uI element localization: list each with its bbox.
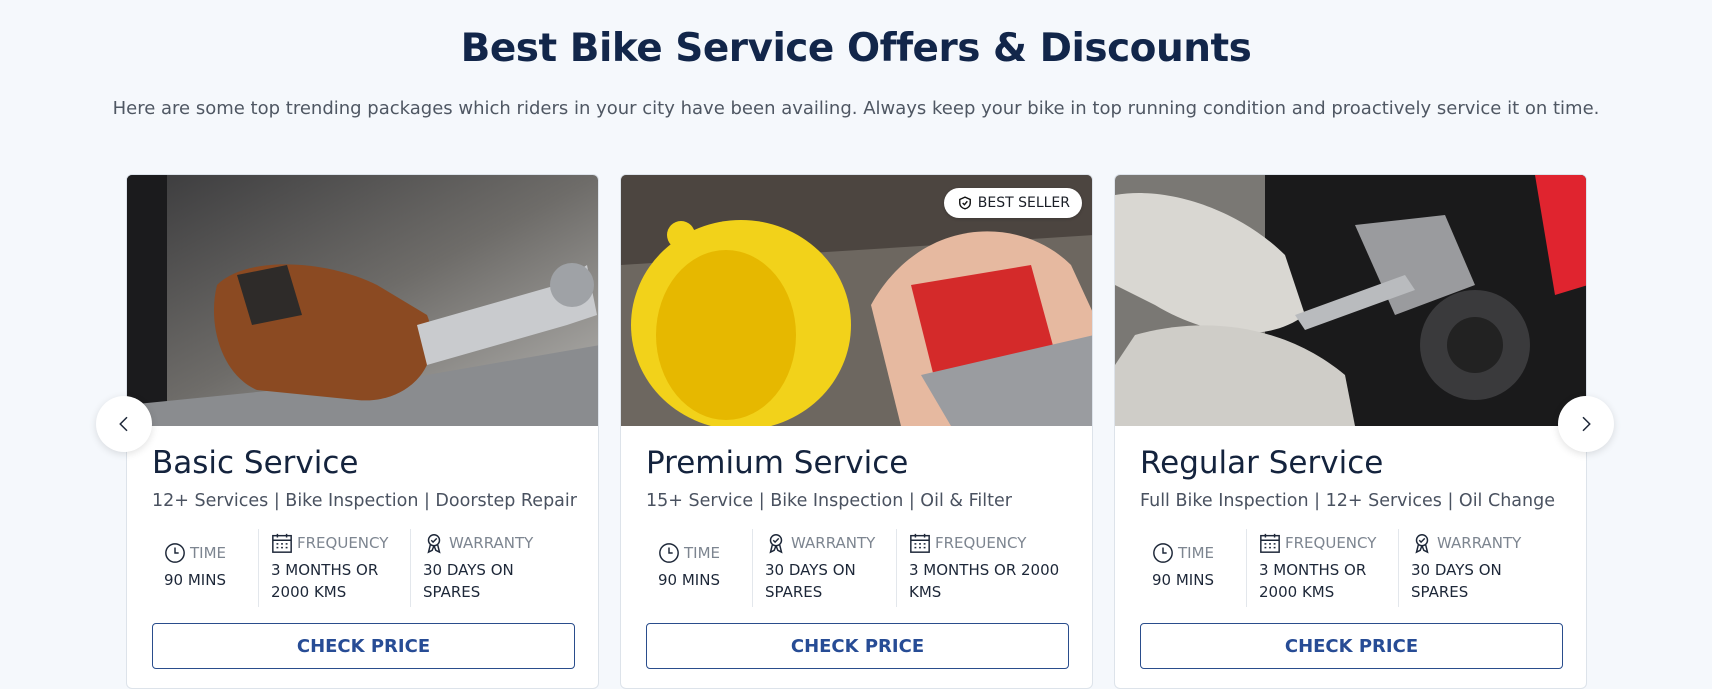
stat-value: 3 MONTHS OR 2000 KMS: [909, 561, 1060, 601]
calendar-icon: [272, 533, 292, 553]
check-price-button[interactable]: CHECK PRICE: [152, 623, 575, 669]
card-image-mechanic-wrench: [127, 175, 598, 426]
chevron-right-icon: [1582, 416, 1591, 432]
service-card-premium[interactable]: BEST SELLER Premium Service 15+ Service …: [620, 174, 1093, 689]
stat-frequency: FREQUENCY 3 MONTHS OR 2000 KMS: [1246, 529, 1398, 607]
stat-frequency: FREQUENCY 3 MONTHS OR 2000 KMS: [258, 529, 410, 607]
card-image-oil-funnel: BEST SELLER: [621, 175, 1092, 426]
badge-label: BEST SELLER: [977, 195, 1070, 211]
shield-check-icon: [958, 196, 971, 210]
stat-label: WARRANTY: [791, 534, 876, 552]
stat-value: 30 DAYS ON SPARES: [423, 561, 514, 601]
award-ribbon-icon: [769, 534, 783, 554]
stat-time: TIME 90 MINS: [1140, 529, 1246, 599]
stat-frequency: FREQUENCY 3 MONTHS OR 2000 KMS: [896, 529, 1064, 607]
card-description: Full Bike Inspection | 12+ Services | Oi…: [1140, 491, 1555, 511]
stat-warranty: WARRANTY 30 DAYS ON SPARES: [410, 529, 570, 607]
stat-time: TIME 90 MINS: [152, 529, 258, 599]
chevron-left-icon: [119, 416, 128, 432]
clock-icon: [659, 543, 679, 563]
award-ribbon-icon: [427, 534, 441, 554]
card-title: Regular Service: [1140, 445, 1384, 481]
stat-label: WARRANTY: [449, 534, 534, 552]
stat-value: 90 MINS: [164, 571, 226, 589]
stat-label: TIME: [190, 544, 227, 562]
card-stats: TIME 90 MINS FREQUENCY 3 MONTHS OR 2000 …: [1140, 529, 1570, 607]
stat-value: 30 DAYS ON SPARES: [765, 561, 856, 601]
carousel-next-button[interactable]: [1558, 396, 1614, 452]
stat-warranty: WARRANTY 30 DAYS ON SPARES: [752, 529, 896, 607]
calendar-icon: [910, 533, 930, 553]
clock-icon: [165, 543, 185, 563]
card-stats: TIME 90 MINS WARRANTY 30 DAYS ON SPARES …: [646, 529, 1076, 607]
service-card-basic[interactable]: Basic Service 12+ Services | Bike Inspec…: [126, 174, 599, 689]
card-title: Premium Service: [646, 445, 909, 481]
carousel-prev-button[interactable]: [96, 396, 152, 452]
check-price-button[interactable]: CHECK PRICE: [1140, 623, 1563, 669]
card-description: 12+ Services | Bike Inspection | Doorste…: [152, 491, 577, 511]
card-stats: TIME 90 MINS FREQUENCY 3 MONTHS OR 2000 …: [152, 529, 582, 607]
stat-warranty: WARRANTY 30 DAYS ON SPARES: [1398, 529, 1558, 607]
stat-value: 90 MINS: [658, 571, 720, 589]
stat-label: WARRANTY: [1437, 534, 1522, 552]
best-seller-badge: BEST SELLER: [943, 188, 1082, 218]
card-title: Basic Service: [152, 445, 359, 481]
award-ribbon-icon: [1415, 534, 1429, 554]
stat-value: 90 MINS: [1152, 571, 1214, 589]
clock-icon: [1153, 543, 1173, 563]
stat-value: 3 MONTHS OR 2000 KMS: [1259, 561, 1367, 601]
stat-label: TIME: [684, 544, 721, 562]
card-image-gloved-hands-repair: [1115, 175, 1586, 426]
stat-label: FREQUENCY: [935, 534, 1027, 552]
calendar-icon: [1260, 533, 1280, 553]
section-subtitle: Here are some top trending packages whic…: [112, 98, 1600, 119]
stat-time: TIME 90 MINS: [646, 529, 752, 599]
stat-value: 3 MONTHS OR 2000 KMS: [271, 561, 379, 601]
stat-value: 30 DAYS ON SPARES: [1411, 561, 1502, 601]
stat-label: FREQUENCY: [297, 534, 389, 552]
card-description: 15+ Service | Bike Inspection | Oil & Fi…: [646, 491, 1012, 511]
stat-label: TIME: [1178, 544, 1215, 562]
check-price-button[interactable]: CHECK PRICE: [646, 623, 1069, 669]
stat-label: FREQUENCY: [1285, 534, 1377, 552]
section-title: Best Bike Service Offers & Discounts: [460, 26, 1252, 71]
service-card-regular[interactable]: Regular Service Full Bike Inspection | 1…: [1114, 174, 1587, 689]
